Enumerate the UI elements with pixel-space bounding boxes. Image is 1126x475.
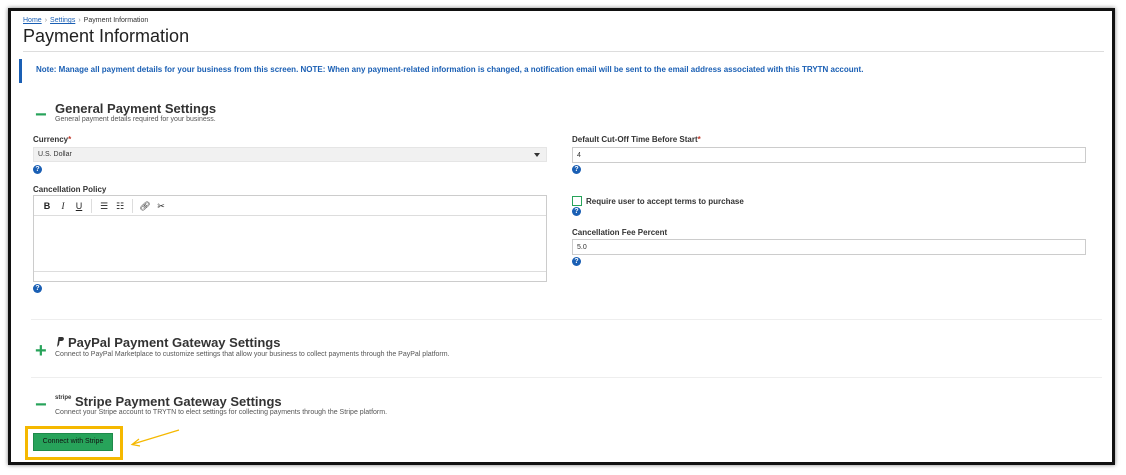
underline-icon[interactable]: U <box>71 199 87 213</box>
toolbar-divider <box>91 198 92 213</box>
cutoff-input[interactable]: 4 <box>572 147 1086 163</box>
annotation-arrow-icon <box>130 429 180 447</box>
cancellation-policy-label: Cancellation Policy <box>33 185 107 194</box>
stripe-logo: stripe <box>55 395 72 401</box>
link-icon[interactable]: 🔗︎ <box>137 199 153 213</box>
cutoff-help-icon[interactable]: ? <box>572 165 581 174</box>
title-divider <box>23 51 1104 52</box>
info-note: Note: Manage all payment details for you… <box>19 59 1104 83</box>
currency-help-icon[interactable]: ? <box>33 165 42 174</box>
paypal-section-subtitle: Connect to PayPal Marketplace to customi… <box>55 351 450 358</box>
connect-with-stripe-button[interactable]: Connect with Stripe <box>33 433 113 451</box>
unlink-icon[interactable]: ✂ <box>153 199 169 213</box>
breadcrumb-settings[interactable]: Settings <box>50 17 75 24</box>
paypal-logo-icon <box>57 337 64 347</box>
chevron-down-icon <box>534 153 540 157</box>
stripe-section-title: Stripe Payment Gateway Settings <box>75 394 282 409</box>
currency-label: Currency* <box>33 135 72 144</box>
cancellation-policy-help-icon[interactable]: ? <box>33 284 42 293</box>
cancellation-fee-help-icon[interactable]: ? <box>572 257 581 266</box>
general-section-title: General Payment Settings <box>55 101 217 116</box>
page-title: Payment Information <box>23 26 190 46</box>
general-section-subtitle: General payment details required for you… <box>55 116 216 123</box>
currency-select[interactable]: U.S. Dollar <box>33 147 547 162</box>
italic-icon[interactable]: I <box>55 199 71 213</box>
editor-status-bar <box>34 271 546 281</box>
section-divider <box>31 377 1102 378</box>
numbered-list-icon[interactable]: ☷ <box>112 199 128 213</box>
app-frame: Home › Settings › Payment Information Paymen… <box>8 8 1115 465</box>
general-collapse-toggle[interactable]: − <box>35 105 47 125</box>
section-divider <box>31 319 1102 320</box>
cancellation-policy-editor[interactable]: B I U ☰ ☷ 🔗︎ ✂ <box>33 195 547 282</box>
toolbar-divider <box>132 198 133 213</box>
breadcrumb-current: Payment Information <box>83 17 149 24</box>
cancellation-fee-label: Cancellation Fee Percent <box>572 228 668 237</box>
terms-checkbox[interactable] <box>572 196 582 206</box>
cutoff-label: Default Cut-Off Time Before Start* <box>572 135 701 144</box>
editor-toolbar: B I U ☰ ☷ 🔗︎ ✂ <box>34 196 546 216</box>
paypal-section-title: PayPal Payment Gateway Settings <box>68 335 281 350</box>
breadcrumb: Home › Settings › Payment Information <box>23 17 149 24</box>
cancellation-fee-input[interactable]: 5.0 <box>572 239 1086 255</box>
bulleted-list-icon[interactable]: ☰ <box>96 199 112 213</box>
terms-help-icon[interactable]: ? <box>572 207 581 216</box>
breadcrumb-home[interactable]: Home <box>23 17 42 24</box>
terms-label: Require user to accept terms to purchase <box>586 197 744 206</box>
stripe-collapse-toggle[interactable]: − <box>35 395 47 415</box>
bold-icon[interactable]: B <box>39 199 55 213</box>
stripe-section-subtitle: Connect your Stripe account to TRYTN to … <box>55 409 388 416</box>
paypal-expand-toggle[interactable]: + <box>35 341 47 361</box>
